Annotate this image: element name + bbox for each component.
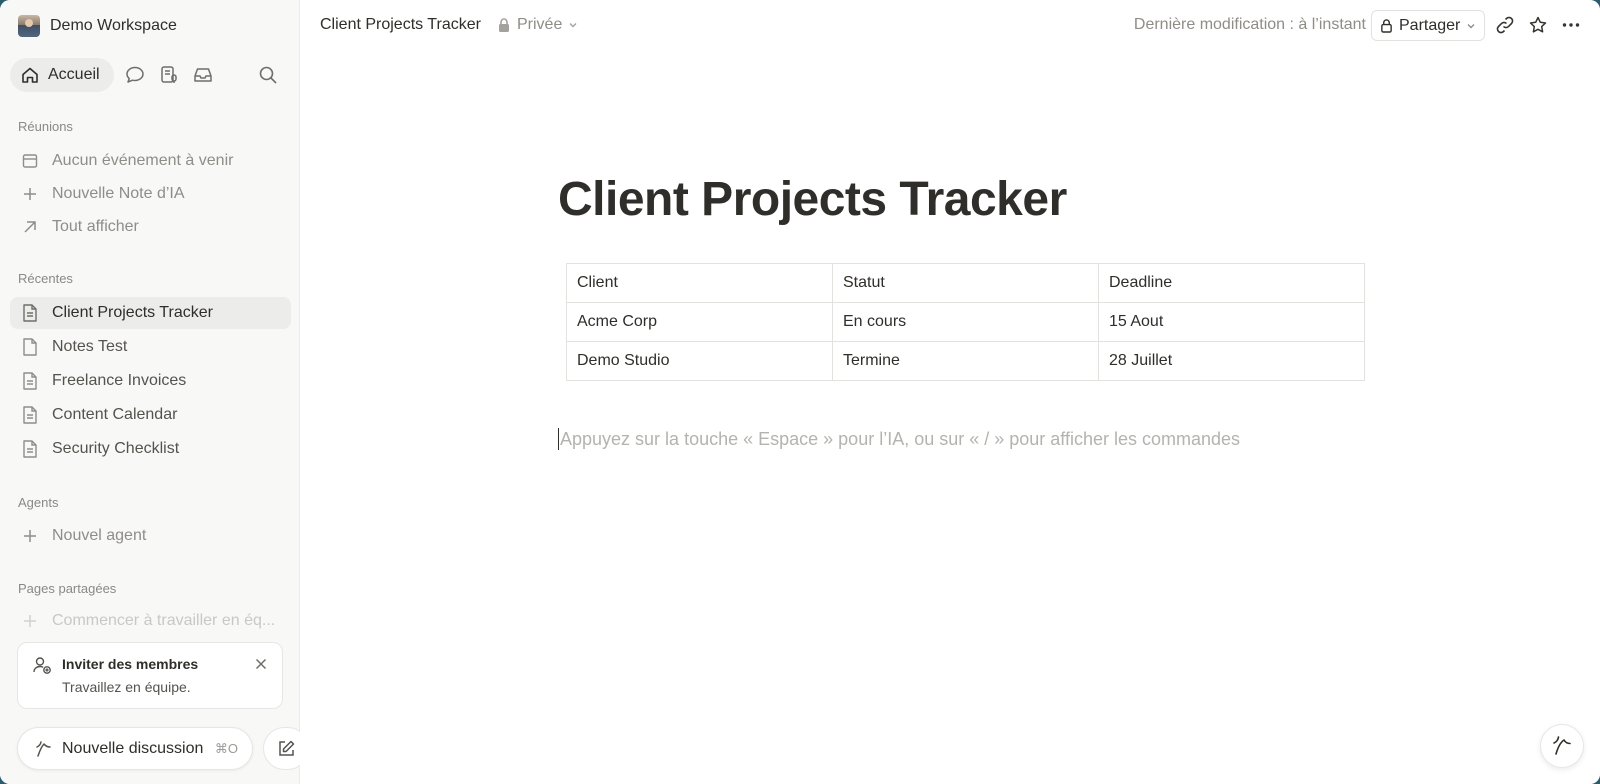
workspace-avatar [18,15,40,37]
workspace-switcher[interactable]: Demo Workspace [18,14,177,38]
last-edited-status: Dernière modification : à l’instant [1133,16,1366,33]
calendar-icon [20,151,40,171]
table-row: Acme Corp En cours 15 Aout [566,302,1365,342]
table-cell[interactable]: Statut [832,263,1099,303]
client-projects-table: Client Statut Deadline Acme Corp En cour… [566,263,1365,381]
sidebar-item-start-teamwork[interactable]: Commencer à travailler en éq... [10,605,291,637]
topbar: Client Projects Tracker Privée Dernière … [300,0,1600,50]
table-cell[interactable]: Acme Corp [566,302,833,342]
chevron-down-icon [569,23,577,28]
sidebar-item-notes-test[interactable]: Notes Test [10,331,291,363]
sidebar-item-label: Client Projects Tracker [52,304,213,321]
plus-icon [20,526,40,546]
chat-bubble-icon [125,66,144,83]
editor-placeholder: Appuyez sur la touche « Espace » pour l’… [560,428,1241,449]
table-cell[interactable]: Termine [832,341,1099,381]
workspace-name: Demo Workspace [50,17,177,34]
invite-subtitle: Travaillez en équipe. [62,679,191,695]
sidebar-item-show-all[interactable]: Tout afficher [10,211,291,243]
table-cell[interactable]: Client [566,263,833,303]
favorite-button[interactable] [1526,13,1550,37]
table-row: Demo Studio Termine 28 Juillet [566,341,1365,381]
inbox-icon [193,68,212,82]
ai-assistant-button[interactable] [1540,724,1584,768]
breadcrumb-page-title[interactable]: Client Projects Tracker [320,16,481,34]
lock-icon [499,18,509,32]
section-title-agents: Agents [18,495,59,510]
more-options-button[interactable] [1559,13,1583,37]
nav-chat-button[interactable] [118,58,152,92]
page-icon [20,303,40,323]
table-cell[interactable]: 28 Juillet [1098,341,1365,381]
section-title-shared: Pages partagées [18,581,117,596]
privacy-label: Privée [517,16,563,33]
meeting-notes-icon [160,66,177,83]
search-icon [259,66,277,84]
editor-empty-block[interactable]: Appuyez sur la touche « Espace » pour l’… [558,428,1240,450]
sidebar-item-new-agent[interactable]: Nouvel agent [10,520,291,552]
nav-meeting-notes-button[interactable] [152,58,186,92]
main-content: Client Projects Tracker Privée Dernière … [300,0,1600,784]
text-caret [558,428,559,450]
sidebar-item-label: Freelance Invoices [52,372,187,389]
ai-sparkle-icon [1553,736,1571,755]
sidebar-item-label: Commencer à travailler en éq... [52,612,276,629]
table-cell[interactable]: En cours [832,302,1099,342]
lock-icon [1381,19,1392,33]
plus-icon [20,611,40,631]
nav-inbox-button[interactable] [186,58,220,92]
invite-title: Inviter des membres [62,656,199,672]
new-chat-label: Nouvelle discussion [62,739,204,757]
sidebar-item-no-events[interactable]: Aucun événement à venir [10,145,291,177]
nav-search-button[interactable] [251,58,285,92]
table-cell[interactable]: Deadline [1098,263,1365,303]
nav-home-button[interactable]: Accueil [10,58,114,92]
arrow-up-right-icon [20,217,40,237]
home-icon [22,67,38,83]
privacy-dropdown[interactable]: Privée [497,16,578,34]
add-user-icon [32,655,52,680]
sidebar-item-label: Security Checklist [52,440,180,457]
share-label: Partager [1399,16,1461,34]
sidebar: Demo Workspace Accueil Réunions Aucun év… [0,0,309,784]
sidebar-item-label: Content Calendar [52,406,178,423]
sidebar-item-label: Nouvelle Note d’IA [52,185,185,202]
chevron-down-icon [1467,23,1475,28]
sidebar-item-new-ai-note[interactable]: Nouvelle Note d’IA [10,178,291,210]
page-icon [20,371,40,391]
page-icon [20,439,40,459]
new-chat-button[interactable]: Nouvelle discussion ⌘O [17,727,253,770]
nav-home-label: Accueil [48,66,100,83]
page-icon [20,405,40,425]
copy-link-button[interactable] [1493,13,1517,37]
section-title-recents: Récentes [18,271,73,286]
star-icon [1529,16,1547,33]
invite-members-card[interactable]: Inviter des membres Travaillez en équipe… [17,642,283,709]
sidebar-item-content-calendar[interactable]: Content Calendar [10,399,291,431]
ai-sparkle-icon [36,740,51,757]
sidebar-item-freelance-invoices[interactable]: Freelance Invoices [10,365,291,397]
plus-icon [20,184,40,204]
sidebar-item-label: Tout afficher [52,218,139,235]
table-cell[interactable]: Demo Studio [566,341,833,381]
link-icon [1496,16,1514,34]
sidebar-item-label: Aucun événement à venir [52,152,234,169]
new-chat-shortcut: ⌘O [214,740,238,756]
sidebar-item-label: Notes Test [52,338,128,355]
sidebar-item-client-projects-tracker[interactable]: Client Projects Tracker [10,297,291,329]
share-button[interactable]: Partager [1371,10,1486,41]
compose-icon [279,740,295,756]
page-title[interactable]: Client Projects Tracker [558,172,1067,227]
sidebar-item-security-checklist[interactable]: Security Checklist [10,433,291,465]
sidebar-item-label: Nouvel agent [52,527,147,544]
more-horizontal-icon [1562,23,1580,27]
sidebar-nav: Accueil [10,58,285,92]
app-window: Demo Workspace Accueil Réunions Aucun év… [0,0,1600,784]
close-icon[interactable] [252,655,270,673]
page-icon [20,337,40,357]
section-title-meetings: Réunions [18,119,73,134]
table-cell[interactable]: 15 Aout [1098,302,1365,342]
table-row: Client Statut Deadline [566,263,1365,303]
